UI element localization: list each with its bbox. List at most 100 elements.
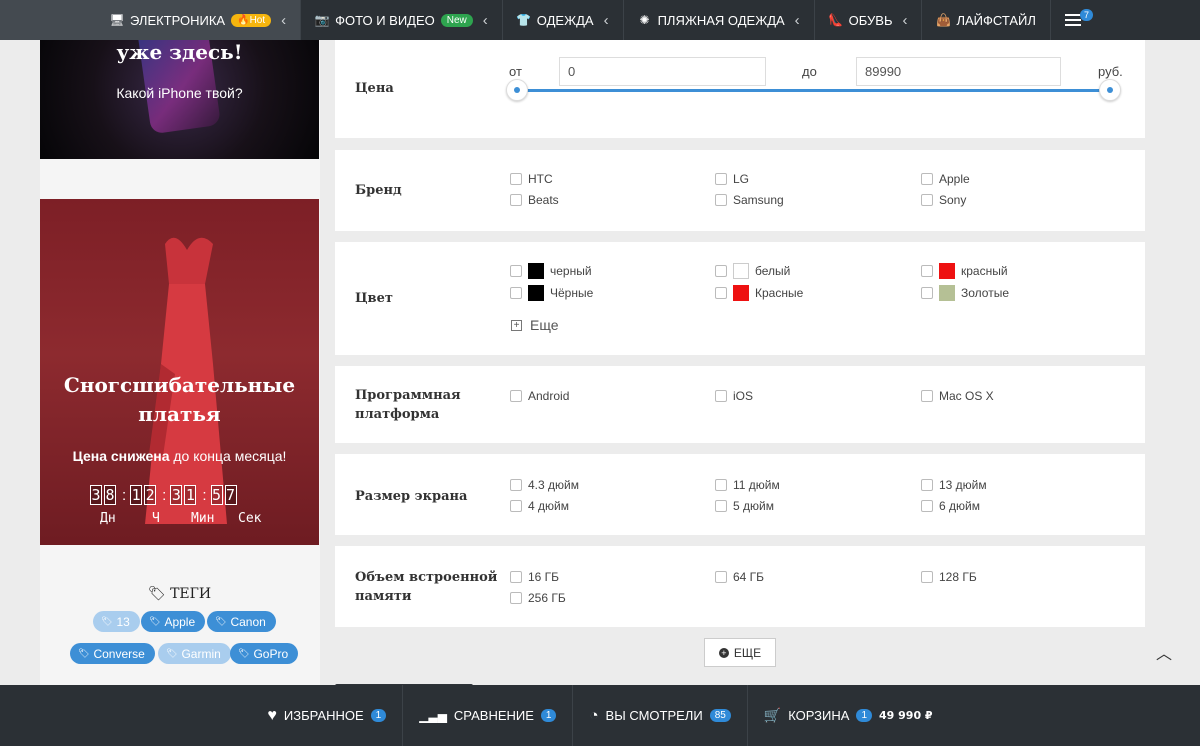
nav-item-beachwear[interactable]: ✺ ПЛЯЖНАЯ ОДЕЖДА ‹ [624,0,815,40]
brand-option-sony[interactable]: Sony [921,193,966,207]
new-badge: New [440,13,473,27]
show-more-button[interactable]: + ЕЩЕ [704,638,776,667]
color-swatch [733,285,749,301]
iphone-banner[interactable]: уже здесь! Какой iPhone твой? [40,40,319,159]
price-to-label: до [802,64,817,79]
checkbox [921,500,933,512]
platform-option-macos[interactable]: Mac OS X [921,389,994,403]
nav-item-label: ОДЕЖДА [536,12,594,28]
countdown-digit: 1 [130,485,143,505]
nav-item-shoes[interactable]: 👠 ОБУВЬ ‹ [815,0,923,40]
screen-option[interactable]: 4 дюйм [510,499,569,513]
filter-color: Цвет черный белый красный Чёрные Красные… [335,242,1145,355]
tag-icon: 🏷 [78,648,90,658]
memory-option[interactable]: 256 ГБ [510,591,566,605]
brand-option-beats[interactable]: Beats [510,193,559,207]
heel-icon: 👠 [828,13,844,27]
currency-label: руб. [1098,64,1123,79]
price-from-input[interactable]: 0 [559,57,766,86]
price-slider-max-handle[interactable] [1099,79,1121,101]
clock-icon: ◔ [589,707,599,724]
screen-option[interactable]: 13 дюйм [921,478,987,492]
viewed-button[interactable]: ◔ ВЫ СМОТРЕЛИ 85 [573,685,748,746]
color-option[interactable]: Чёрные [510,285,593,301]
screen-option[interactable]: 4.3 дюйм [510,478,579,492]
filter-brand: Бренд HTC LG Apple Beats Samsung Sony [335,150,1145,231]
plus-circle-icon: + [718,647,729,658]
checkbox [921,173,933,185]
tag-garmin[interactable]: 🏷 Garmin [158,643,231,664]
tag-icon: 🏷 [215,616,227,626]
nav-item-label: ПЛЯЖНАЯ ОДЕЖДА [657,12,785,28]
price-to-input[interactable]: 89990 [856,57,1061,86]
chevron-left-icon: ‹ [794,11,800,29]
price-slider-min-handle[interactable] [506,79,528,101]
menu-count-badge: 7 [1079,9,1093,21]
monitor-icon: 🖥 [109,13,125,27]
screen-option[interactable]: 6 дюйм [921,499,980,513]
tag-apple[interactable]: 🏷 Apple [141,611,206,632]
menu-button[interactable]: 7 [1051,0,1095,40]
color-option[interactable]: Красные [715,285,803,301]
checkbox [715,287,727,299]
checkbox [715,194,727,206]
checkbox [510,287,522,299]
tag-icon: 🏷 [238,648,250,658]
filter-label: Бренд [355,183,402,198]
tag-gopro[interactable]: 🏷 GoPro [230,643,299,664]
platform-option-ios[interactable]: iOS [715,389,753,403]
tag-converse[interactable]: 🏷 Converse [70,643,155,664]
bottom-bar: ♥ ИЗБРАННОЕ 1 ▁▃▅ СРАВНЕНИЕ 1 ◔ ВЫ СМОТР… [0,685,1200,746]
color-option[interactable]: черный [510,263,592,279]
color-more-link[interactable]: + Еще [511,317,559,333]
nav-item-electronics[interactable]: 🖥 ЭЛЕКТРОНИКА 🔥Hot ‹ [0,0,302,40]
iphone-banner-subtitle: Какой iPhone твой? [116,85,243,101]
price-slider-track[interactable] [515,89,1110,92]
cart-button[interactable]: 🛒 КОРЗИНА 1 49 990 ₽ [748,685,949,746]
countdown-digit: 3 [90,485,102,505]
filter-label: Цена [355,81,394,96]
filter-label: Программная платформа [355,388,461,422]
brand-option-htc[interactable]: HTC [510,172,553,186]
cart-icon: 🛒 [763,707,782,723]
countdown-digit: 3 [170,485,183,505]
platform-option-android[interactable]: Android [510,389,569,403]
chevron-left-icon: ‹ [281,11,287,29]
color-option[interactable]: Золотые [921,285,1009,301]
memory-option[interactable]: 16 ГБ [510,570,559,584]
filter-label: Объем встроенной памяти [355,570,498,604]
filter-label: Цвет [355,291,393,306]
checkbox [510,500,522,512]
chevron-up-icon[interactable]: ︿ [1156,640,1172,663]
nav-item-lifestyle[interactable]: 👜 ЛАЙФСТАЙЛ [922,0,1051,40]
dress-banner[interactable]: Сногсшибательные платья Цена снижена до … [40,199,319,545]
tag-13[interactable]: 🏷 13 [93,611,140,632]
checkbox [510,173,522,185]
nav-item-clothing[interactable]: 👕 ОДЕЖДА ‹ [503,0,624,40]
checkbox [921,390,933,402]
cart-total: 49 990 ₽ [879,709,933,722]
cart-count: 1 [856,709,872,722]
memory-option[interactable]: 64 ГБ [715,570,764,584]
favorites-button[interactable]: ♥ ИЗБРАННОЕ 1 [251,685,404,746]
dress-banner-title: Сногсшибательные платья [63,373,296,426]
color-option[interactable]: красный [921,263,1008,279]
tag-canon[interactable]: 🏷 Canon [207,611,276,632]
checkbox [510,592,522,604]
screen-option[interactable]: 5 дюйм [715,499,774,513]
viewed-count: 85 [709,709,731,722]
color-swatch [939,263,955,279]
color-option[interactable]: белый [715,263,790,279]
memory-option[interactable]: 128 ГБ [921,570,977,584]
dress-banner-subtitle: Цена снижена до конца месяца! [72,448,287,464]
brand-option-samsung[interactable]: Samsung [715,193,784,207]
tag-icon: 🏷 [101,616,113,626]
color-swatch [528,285,544,301]
compare-button[interactable]: ▁▃▅ СРАВНЕНИЕ 1 [403,685,574,746]
nav-item-photo-video[interactable]: 📷 ФОТО И ВИДЕО New ‹ [301,0,503,40]
checkbox [921,571,933,583]
brand-option-lg[interactable]: LG [715,172,749,186]
brand-option-apple[interactable]: Apple [921,172,970,186]
checkbox [715,479,727,491]
screen-option[interactable]: 11 дюйм [715,478,780,492]
